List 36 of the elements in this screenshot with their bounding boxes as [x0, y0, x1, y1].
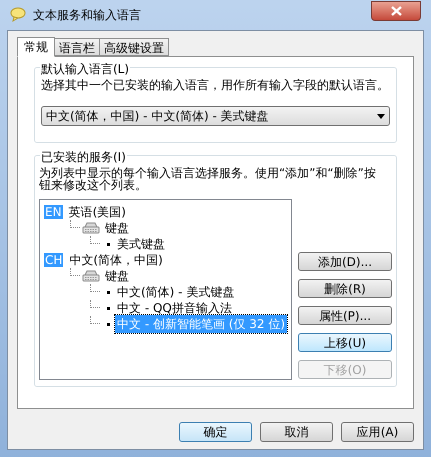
language-badge: EN: [44, 205, 63, 219]
group-title: 已安装的服务(I): [40, 148, 127, 166]
tab[interactable]: 常规: [17, 37, 55, 57]
side-button[interactable]: 删除(R): [298, 279, 392, 298]
close-icon: [390, 6, 402, 16]
description-text: 为列表中显示的每个输入语言选择服务。使用“添加”和“删除”按钮来修改这个列表。: [39, 167, 377, 191]
dialog-button[interactable]: 确定: [179, 422, 252, 442]
tab[interactable]: 语言栏: [54, 38, 100, 56]
language-badge: CH: [44, 253, 64, 267]
tab[interactable]: 高级键设置: [99, 38, 169, 56]
keyboard-icon: [82, 222, 100, 234]
speech-bubble-icon: [9, 7, 27, 23]
close-button[interactable]: [371, 1, 421, 21]
tree-item[interactable]: 中文(简体，中国): [67, 251, 165, 269]
tree-item[interactable]: 美式键盘: [115, 235, 167, 253]
bullet-icon: [107, 290, 110, 294]
description-text: 选择其中一个已安装的输入语言，用作所有输入字段的默认语言。: [41, 78, 390, 92]
bullet-icon: [107, 322, 110, 326]
side-button[interactable]: 添加(D)...: [298, 252, 392, 271]
tree-item[interactable]: 中文 - QQ拼音输入法: [115, 299, 234, 317]
dialog-button[interactable]: 取消: [260, 422, 333, 442]
tree-item[interactable]: 英语(美国): [66, 203, 128, 221]
group-title: 默认输入语言(L): [40, 60, 130, 78]
tree-item[interactable]: 中文(简体) - 美式键盘: [115, 283, 236, 301]
tree-item[interactable]: 键盘: [103, 219, 131, 237]
tree-item[interactable]: 键盘: [103, 267, 131, 285]
side-button[interactable]: 上移(U): [298, 333, 392, 352]
bullet-icon: [107, 242, 110, 246]
dialog-button[interactable]: 应用(A): [341, 422, 414, 442]
bullet-icon: [107, 306, 110, 310]
keyboard-icon: [82, 270, 100, 282]
dropdown-arrow-icon: [377, 114, 385, 118]
window-title: 文本服务和输入语言: [33, 7, 141, 24]
side-button[interactable]: 属性(P)...: [298, 306, 392, 325]
language-dropdown[interactable]: 中文(简体，中国) - 中文(简体) - 美式键盘: [41, 106, 390, 126]
services-tree[interactable]: EN 英语(美国) 键盘 美式键盘 CH 中文(简体，中国) 键盘 中文(简体) - 美式键盘 中文 - QQ拼音输入法 中文 - 创新智能笔画 (仅 32 位): [39, 199, 292, 380]
